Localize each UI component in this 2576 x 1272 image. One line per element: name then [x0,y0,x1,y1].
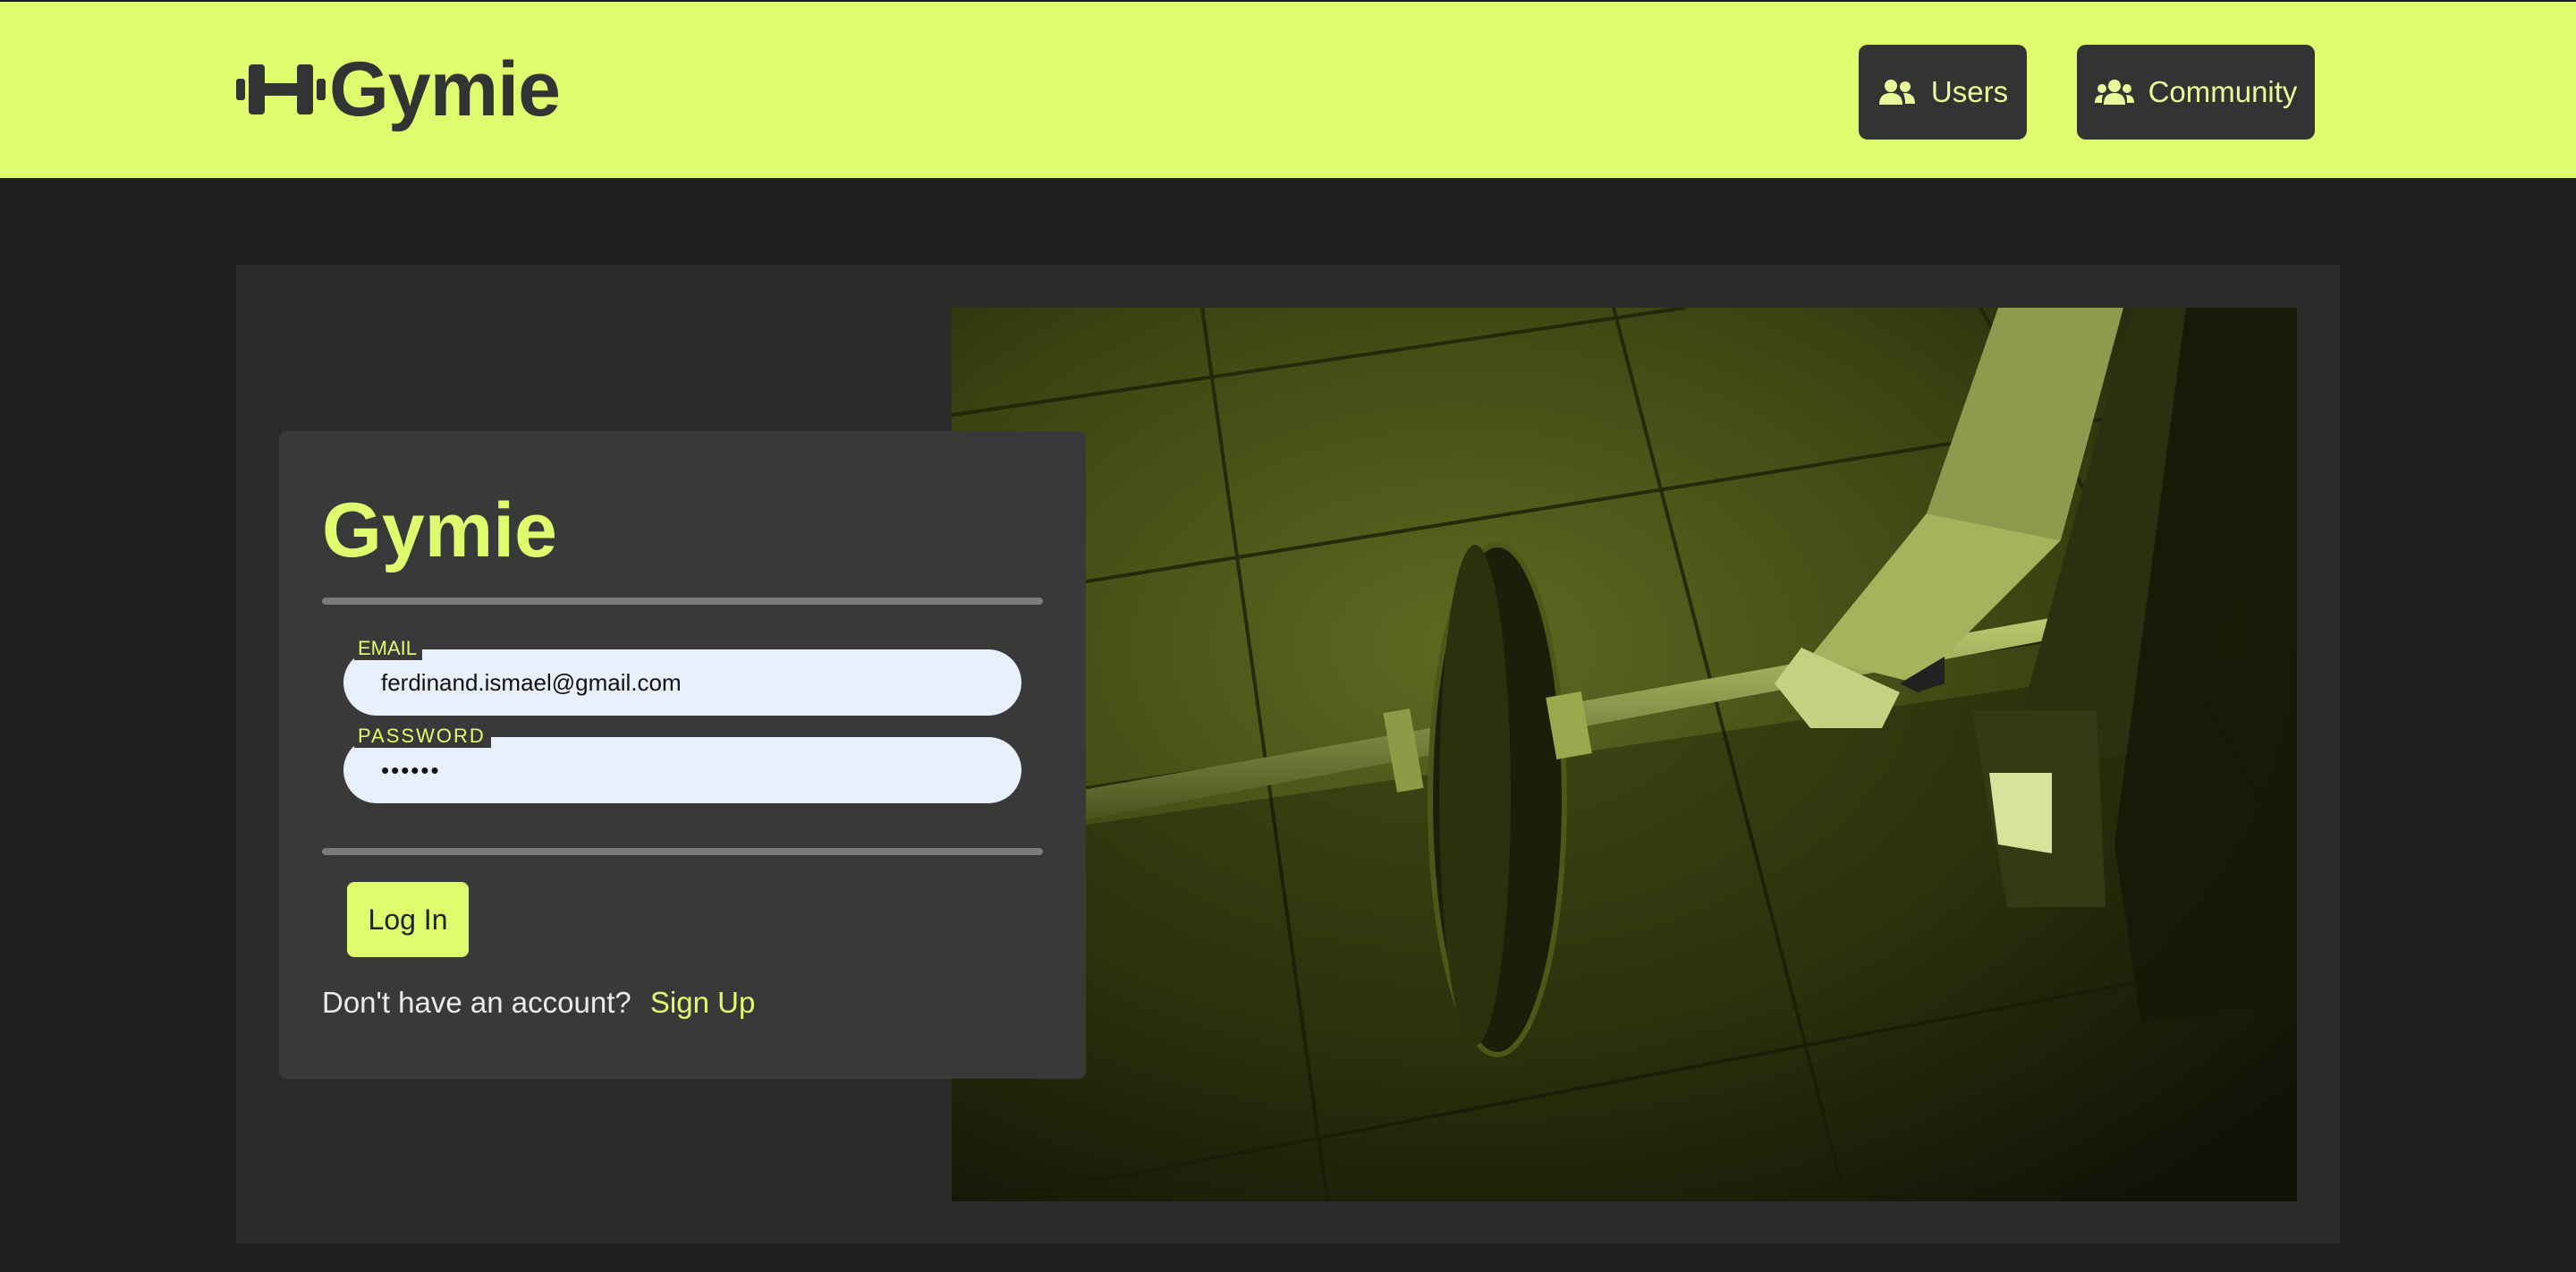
users-icon [1877,78,1917,106]
community-icon [2094,78,2134,106]
password-label: PASSWORD [354,725,491,748]
brand-logo[interactable]: Gymie [236,45,561,134]
email-label: EMAIL [354,637,423,660]
divider [322,848,1043,855]
login-button[interactable]: Log In [347,882,469,957]
password-field[interactable]: PASSWORD •••••• [343,725,1021,803]
signup-row: Don't have an account? Sign Up [322,986,755,1020]
login-card: Gymie EMAIL ferdinand.ismael@gmail.com P… [279,431,1086,1079]
brand-name: Gymie [329,47,561,132]
top-navbar: Gymie Users Community [0,0,2576,178]
email-value: ferdinand.ismael@gmail.com [381,668,682,696]
dumbbell-icon [236,55,326,123]
divider [322,598,1043,605]
hero-photo [952,308,2297,1201]
community-label: Community [2148,75,2298,108]
signup-prompt: Don't have an account? [322,986,631,1019]
signup-link[interactable]: Sign Up [650,986,755,1019]
email-field[interactable]: EMAIL ferdinand.ismael@gmail.com [343,637,1021,716]
password-value: •••••• [381,756,441,784]
users-label: Users [1930,75,2009,108]
users-button[interactable]: Users [1859,45,2027,140]
community-button[interactable]: Community [2077,45,2315,140]
card-title: Gymie [322,488,557,573]
